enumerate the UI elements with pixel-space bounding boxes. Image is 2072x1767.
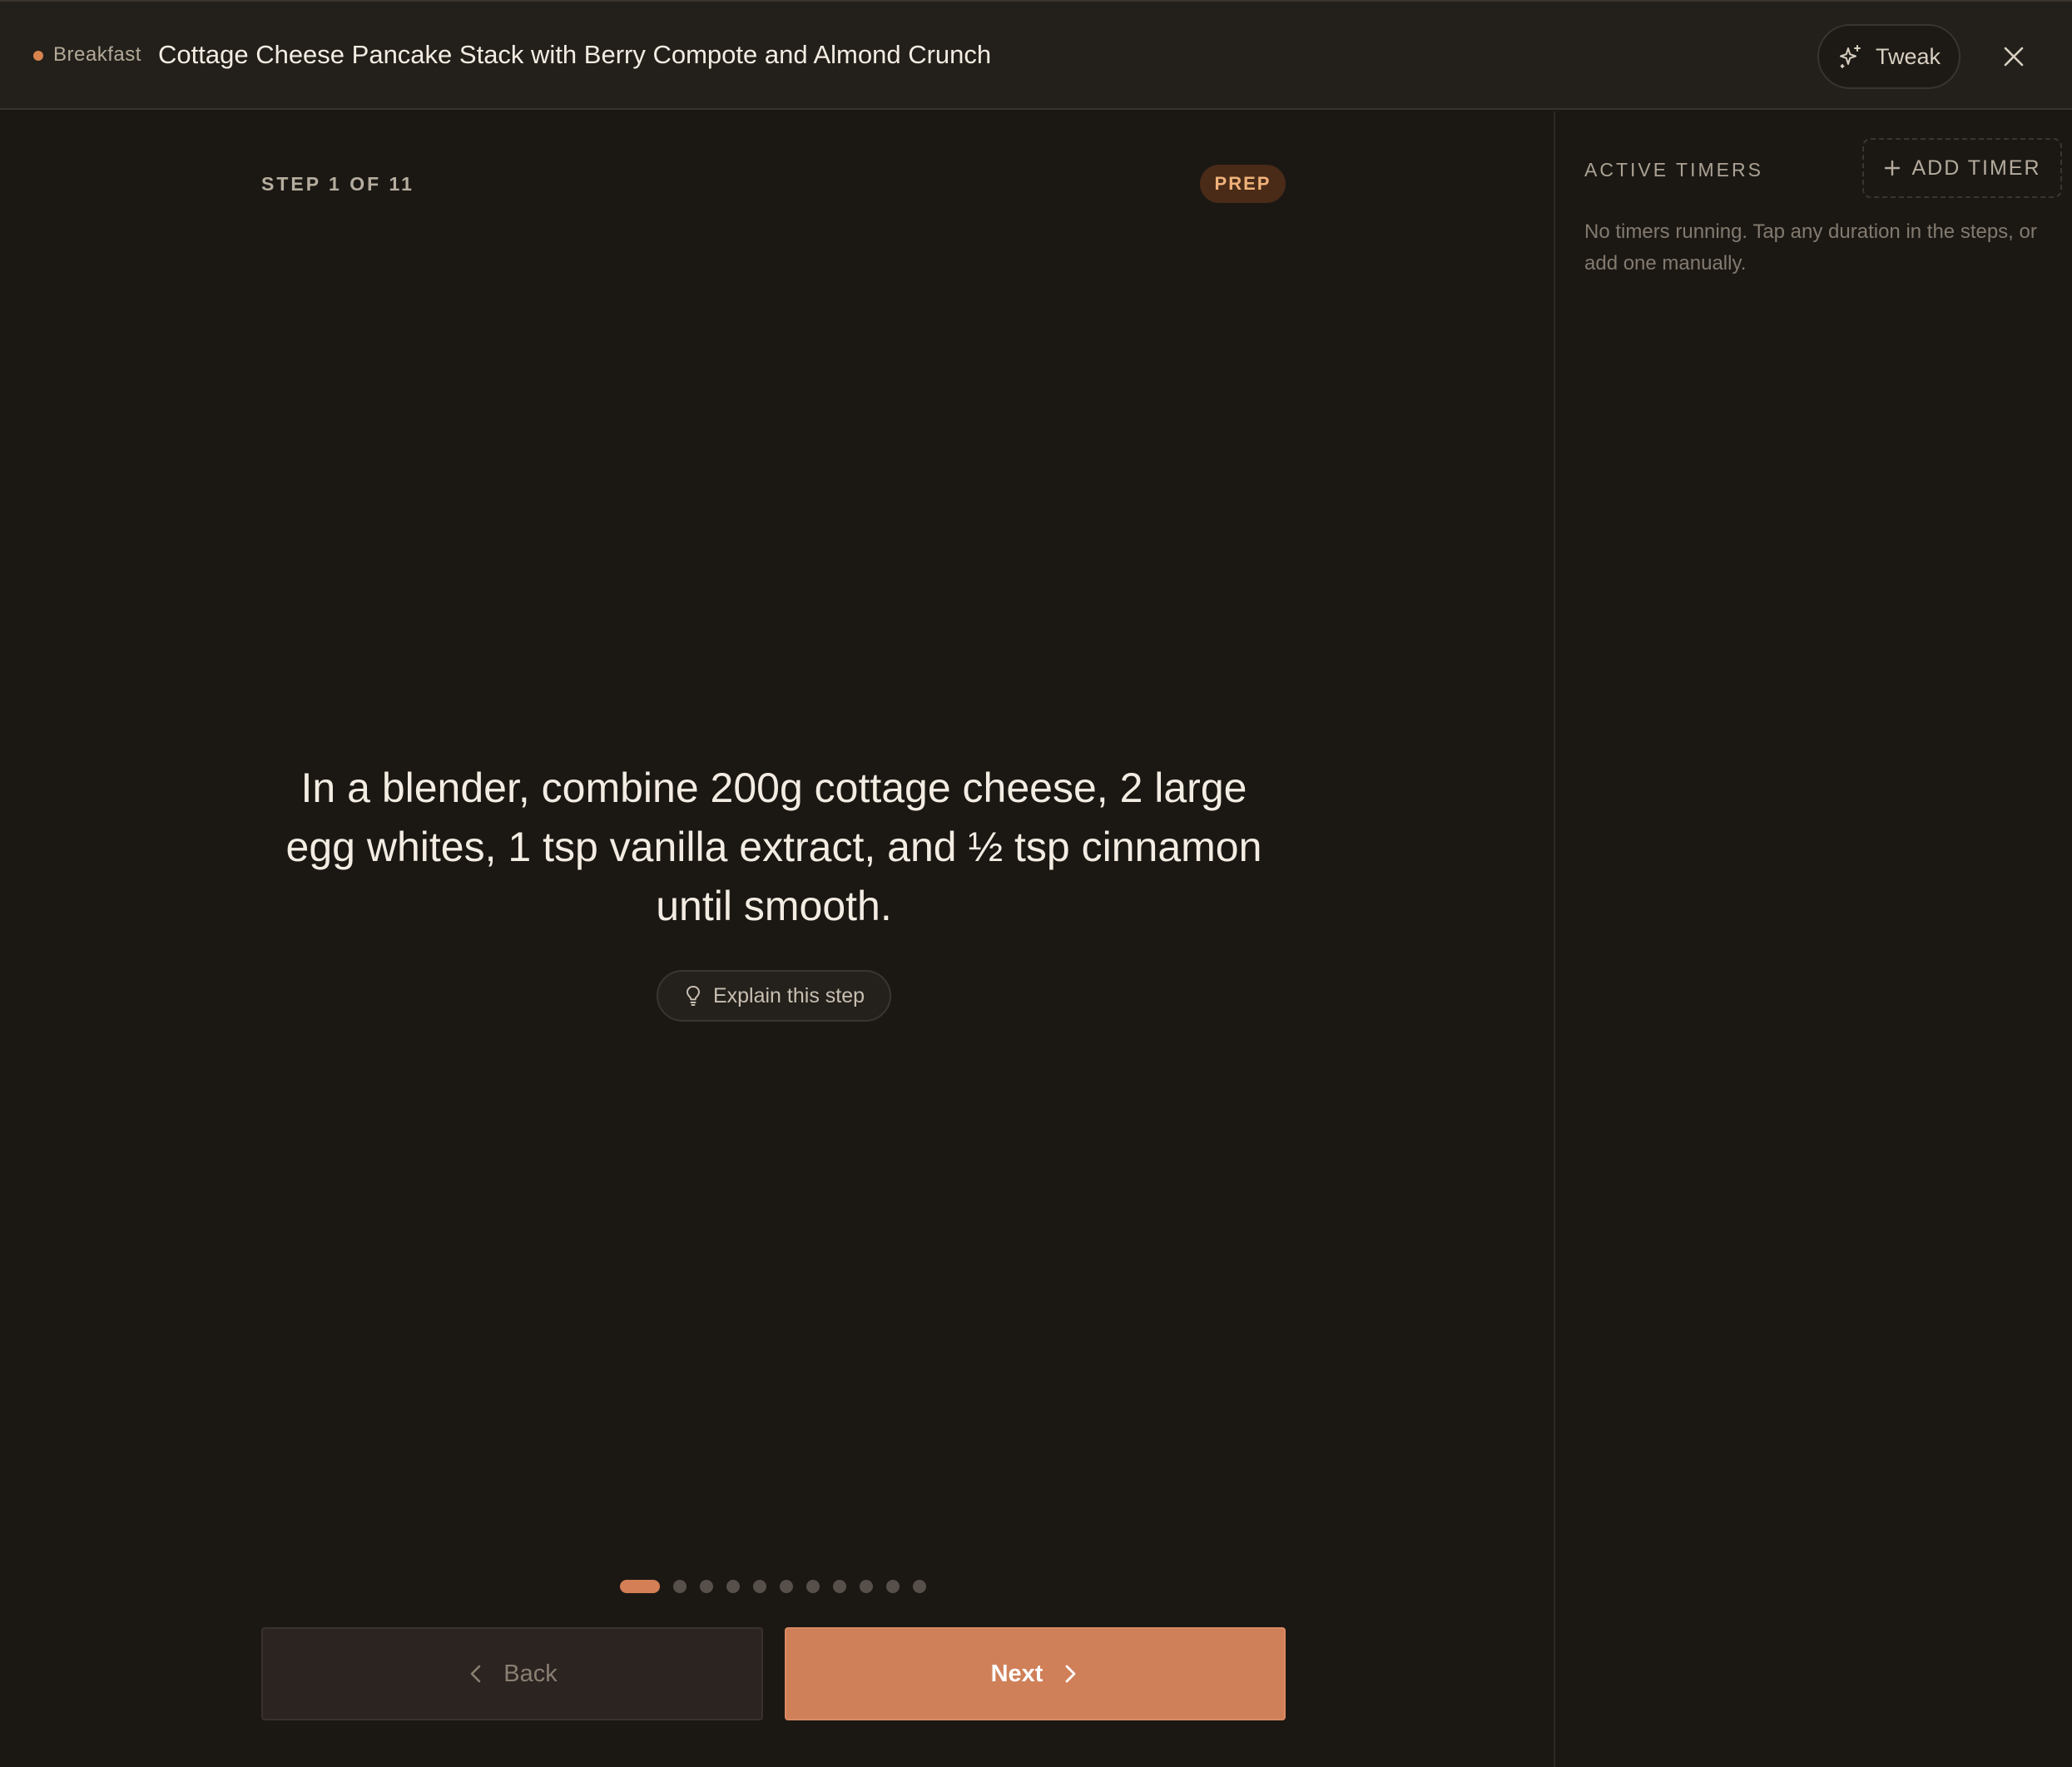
tweak-button[interactable]: Tweak xyxy=(1817,24,1960,89)
close-icon xyxy=(2004,47,2024,67)
step-counter: STEP 1 OF 11 xyxy=(261,173,414,195)
add-timer-button[interactable]: ADD TIMER xyxy=(1862,138,2062,198)
category-label: Breakfast xyxy=(53,43,141,66)
timers-panel: ACTIVE TIMERS ADD TIMER No timers runnin… xyxy=(1554,111,2072,1767)
header-bar: Breakfast Cottage Cheese Pancake Stack w… xyxy=(0,2,2072,110)
recipe-title: Cottage Cheese Pancake Stack with Berry … xyxy=(158,40,992,69)
back-button-label: Back xyxy=(503,1660,558,1687)
category-dot-icon xyxy=(33,51,43,61)
step-dot[interactable] xyxy=(726,1580,740,1593)
sparkle-icon xyxy=(1839,45,1861,68)
step-instruction: In a blender, combine 200g cottage chees… xyxy=(285,765,1262,929)
step-dot[interactable] xyxy=(700,1580,713,1593)
step-dot[interactable] xyxy=(806,1580,820,1593)
lightbulb-icon xyxy=(686,986,700,1006)
step-dot[interactable] xyxy=(673,1580,687,1593)
next-button[interactable]: Next xyxy=(785,1627,1286,1720)
close-button[interactable] xyxy=(1992,35,2035,78)
explain-step-label: Explain this step xyxy=(712,983,865,1007)
chevron-right-icon xyxy=(1066,1665,1076,1683)
cook-mode-window: Breakfast Cottage Cheese Pancake Stack w… xyxy=(0,0,2072,1767)
step-dot[interactable] xyxy=(833,1580,846,1593)
tweak-button-label: Tweak xyxy=(1875,43,1941,69)
step-progress-dots xyxy=(620,1579,926,1594)
next-button-label: Next xyxy=(990,1660,1043,1687)
explain-step-button[interactable]: Explain this step xyxy=(657,970,891,1022)
phase-badge: PREP xyxy=(1200,165,1286,203)
step-dot[interactable] xyxy=(780,1580,793,1593)
step-dot[interactable] xyxy=(753,1580,766,1593)
step-dot[interactable] xyxy=(886,1580,900,1593)
chevron-left-icon xyxy=(470,1665,481,1683)
timers-title: ACTIVE TIMERS xyxy=(1584,159,1763,181)
step-dot-active[interactable] xyxy=(620,1580,660,1593)
step-dot[interactable] xyxy=(860,1580,873,1593)
back-button[interactable]: Back xyxy=(261,1627,763,1720)
timers-empty-message: No timers running. Tap any duration in t… xyxy=(1584,220,2037,275)
plus-icon xyxy=(1885,160,1901,176)
step-panel: STEP 1 OF 11 PREP In a blender, combine … xyxy=(0,111,1554,1767)
step-dot[interactable] xyxy=(913,1580,926,1593)
add-timer-label: ADD TIMER xyxy=(1911,156,2041,180)
